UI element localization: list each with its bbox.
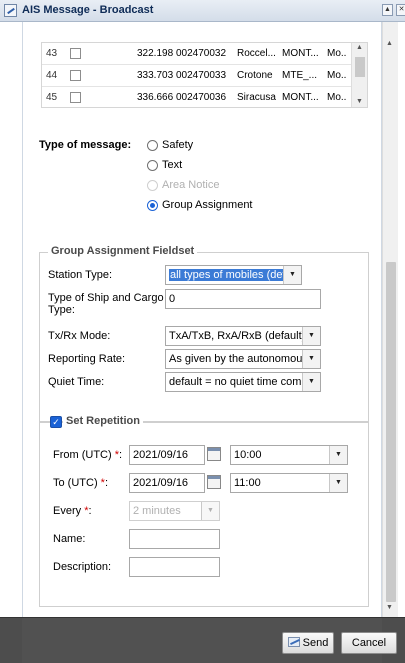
every-select: 2 minutes ▼ (129, 501, 220, 521)
chevron-down-icon[interactable]: ▼ (283, 266, 301, 284)
vessel-grid: 43 322.198 002470032 Roccel... MONT... M… (41, 42, 368, 108)
txrx-mode-value: TxA/TxB, RxA/RxB (default) (169, 330, 306, 342)
row-checkbox[interactable] (70, 48, 81, 59)
table-row[interactable]: 43 322.198 002470032 Roccel... MONT... M… (42, 43, 353, 65)
from-date-field[interactable] (129, 445, 205, 465)
name-field[interactable] (129, 529, 220, 549)
radio-circle[interactable] (147, 140, 158, 151)
station-type-label: Station Type: (48, 269, 113, 281)
send-label: Send (302, 637, 329, 649)
table-row[interactable]: 45 336.666 002470036 Siracusa MONT... Mo… (42, 87, 353, 107)
message-icon (4, 4, 17, 17)
row-value: 333.703 (137, 70, 174, 81)
radio-circle (147, 180, 158, 191)
window-title-bar: AIS Message - Broadcast ▲ ✕ (0, 0, 405, 22)
from-time-value: 10:00 (234, 449, 262, 461)
fieldset-legend: Group Assignment Fieldset (48, 245, 198, 257)
to-time-select[interactable]: 11:00 ▼ (230, 473, 348, 493)
description-label: Description: (53, 561, 112, 573)
grid-scrollbar[interactable]: ▲ ▼ (351, 43, 367, 107)
repetition-fieldset: ✓ Set Repetition From (UTC) *: 10:00 ▼ T… (39, 415, 369, 607)
calendar-icon[interactable] (207, 475, 221, 489)
radio-label: Area Notice (162, 179, 220, 191)
every-label: Every *: (53, 505, 92, 517)
quiet-time-select[interactable]: default = no quiet time comma ▼ (165, 372, 321, 392)
row-type: Mo.. (327, 70, 347, 81)
chevron-down-icon[interactable]: ▼ (329, 446, 347, 464)
reporting-rate-value: As given by the autonomous m (169, 353, 321, 365)
to-date-field[interactable] (129, 473, 205, 493)
row-mmsi: 002470032 (176, 48, 227, 59)
row-name: Siracusa (237, 92, 276, 103)
scroll-up-icon[interactable]: ▲ (356, 44, 363, 51)
cancel-button[interactable]: Cancel (341, 632, 397, 654)
chevron-down-icon[interactable]: ▼ (329, 474, 347, 492)
row-value: 336.666 (137, 92, 174, 103)
ship-cargo-type-label: Type of Ship and Cargo Type: (48, 292, 164, 316)
dialog-footer: Send Cancel (0, 617, 405, 663)
row-mmsi: 002470036 (176, 92, 227, 103)
row-mmsi: 002470033 (176, 70, 227, 81)
radio-label: Text (162, 159, 183, 171)
send-icon (287, 637, 300, 647)
radio-circle[interactable] (147, 200, 158, 211)
radio-label: Safety (162, 139, 194, 151)
chevron-down-icon: ▼ (201, 502, 219, 520)
row-callsign: MONT... (282, 92, 319, 103)
quiet-time-label: Quiet Time: (48, 376, 105, 388)
window-title: AIS Message - Broadcast (22, 4, 154, 16)
close-icon[interactable]: ✕ (396, 4, 405, 16)
row-value: 322.198 (137, 48, 174, 59)
chevron-down-icon[interactable]: ▼ (302, 350, 320, 368)
station-type-select[interactable]: all types of mobiles (default) ▼ (165, 265, 302, 285)
row-callsign: MONT... (282, 48, 319, 59)
type-of-message-label: Type of message: (39, 139, 132, 151)
grid-scroll-thumb[interactable] (355, 57, 365, 77)
row-number: 45 (46, 92, 58, 103)
scroll-down-icon[interactable]: ▼ (356, 98, 363, 105)
quiet-time-value: default = no quiet time comma (169, 376, 317, 388)
scroll-down-icon[interactable]: ▼ (386, 604, 393, 611)
scroll-up-icon[interactable]: ▲ (386, 40, 393, 47)
to-utc-label: To (UTC) *: (53, 477, 109, 489)
cancel-label: Cancel (351, 637, 387, 649)
radio-label: Group Assignment (162, 199, 253, 211)
collapse-up-icon[interactable]: ▲ (382, 4, 393, 16)
row-type: Mo.. (327, 48, 347, 59)
reporting-rate-select[interactable]: As given by the autonomous m ▼ (165, 349, 321, 369)
row-number: 43 (46, 48, 58, 59)
chevron-down-icon[interactable]: ▼ (302, 327, 320, 345)
description-field[interactable] (129, 557, 220, 577)
name-label: Name: (53, 533, 86, 545)
from-time-select[interactable]: 10:00 ▼ (230, 445, 348, 465)
row-callsign: MTE_... (282, 70, 318, 81)
row-type: Mo.. (327, 92, 347, 103)
dialog-content: 43 322.198 002470032 Roccel... MONT... M… (22, 22, 382, 622)
to-time-value: 11:00 (234, 477, 261, 489)
chevron-down-icon[interactable]: ▼ (302, 373, 320, 391)
row-number: 44 (46, 70, 58, 81)
calendar-icon[interactable] (207, 447, 221, 461)
row-name: Crotone (237, 70, 273, 81)
dialog-scroll-thumb[interactable] (386, 262, 396, 602)
ship-cargo-type-field[interactable] (165, 289, 321, 309)
row-checkbox[interactable] (70, 92, 81, 103)
radio-circle[interactable] (147, 160, 158, 171)
fieldset-legend: Set Repetition (63, 415, 143, 427)
row-name: Roccel... (237, 48, 276, 59)
group-assignment-fieldset: Group Assignment Fieldset Station Type: … (39, 245, 369, 422)
set-repetition-checkbox[interactable]: ✓ (50, 416, 62, 428)
txrx-mode-select[interactable]: TxA/TxB, RxA/RxB (default) ▼ (165, 326, 321, 346)
every-value: 2 minutes (133, 505, 181, 517)
table-row[interactable]: 44 333.703 002470033 Crotone MTE_... Mo.… (42, 65, 353, 87)
txrx-mode-label: Tx/Rx Mode: (48, 330, 111, 342)
from-utc-label: From (UTC) *: (53, 449, 123, 461)
dialog-scrollbar[interactable]: ▲ ▼ (382, 22, 398, 617)
reporting-rate-label: Reporting Rate: (48, 353, 126, 365)
row-checkbox[interactable] (70, 70, 81, 81)
send-button[interactable]: Send (282, 632, 334, 654)
